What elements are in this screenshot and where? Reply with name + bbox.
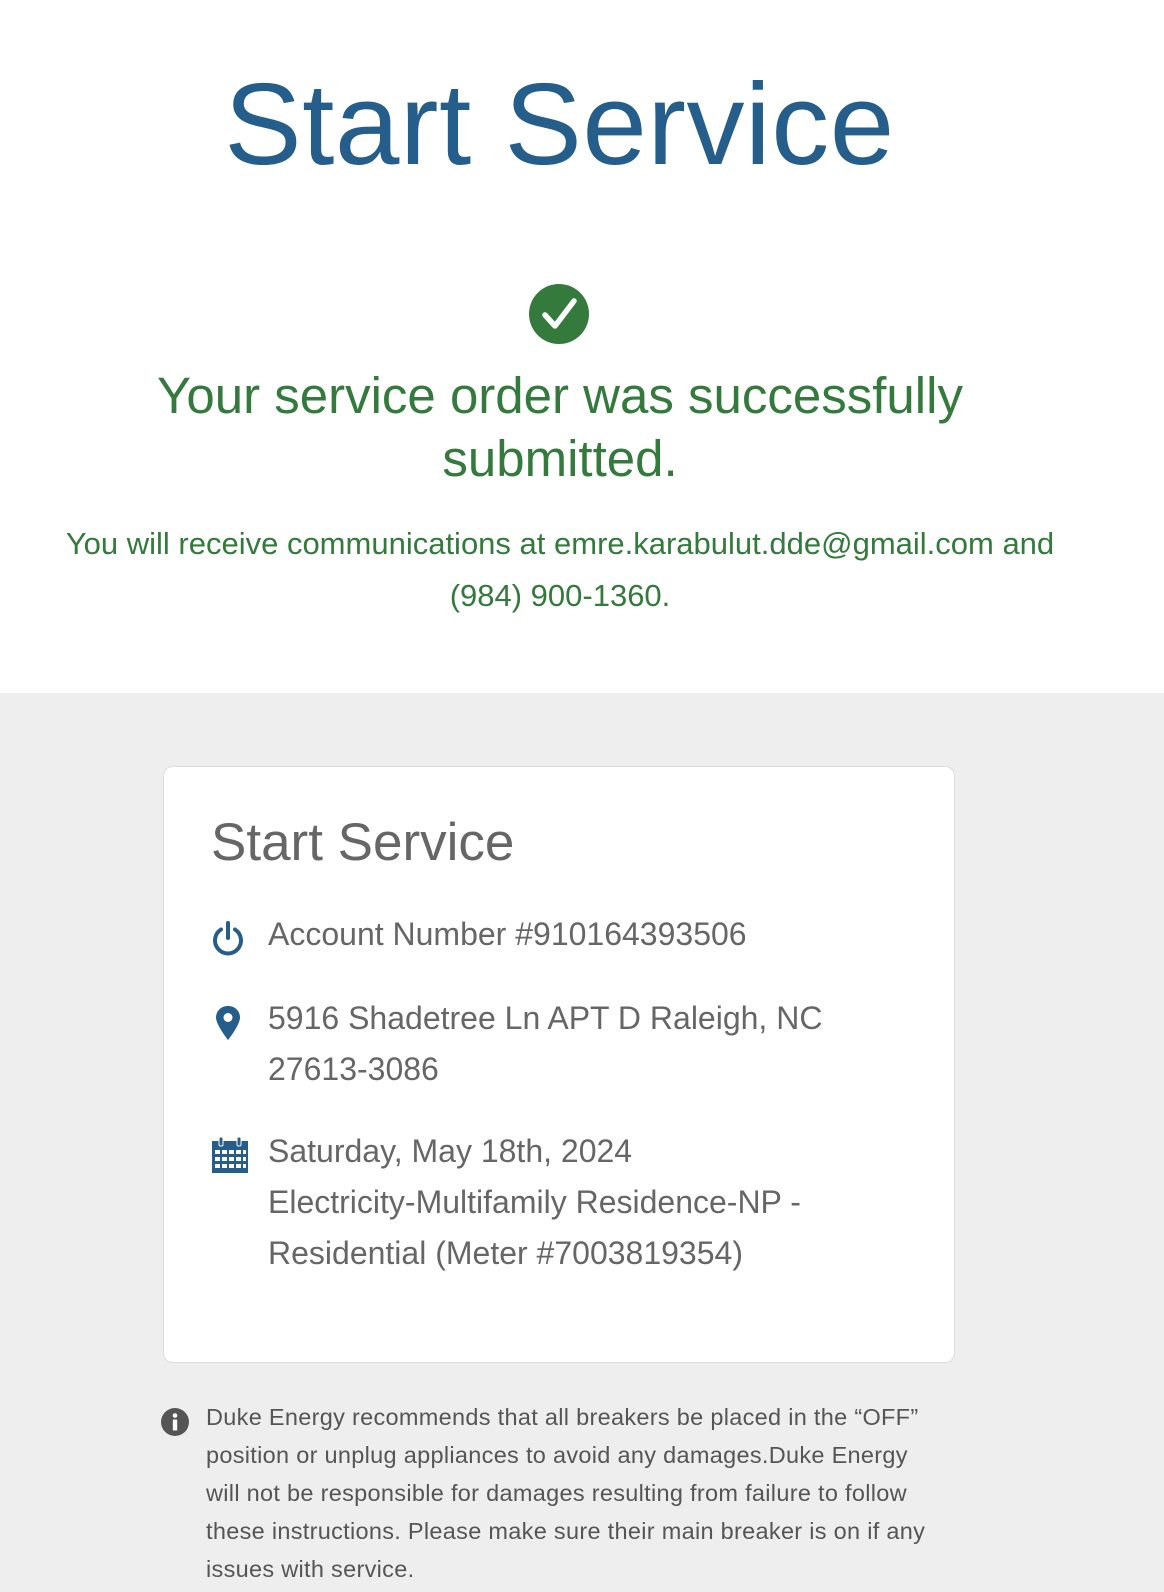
account-number: Account Number #910164393506 — [268, 916, 747, 952]
service-plan-description: Electricity-Multifamily Residence-NP - R… — [268, 1184, 801, 1271]
confirmation-section: Start Service Your service order was suc… — [0, 0, 1164, 693]
calendar-icon — [212, 1136, 248, 1173]
power-icon — [213, 921, 243, 956]
service-summary-card: Start Service Account Number #9101643935… — [163, 766, 955, 1363]
info-icon — [161, 1408, 189, 1436]
service-schedule: Saturday, May 18th, 2024 Electricity-Mul… — [268, 1126, 888, 1279]
details-section: Start Service Account Number #9101643935… — [0, 693, 1164, 1592]
service-start-date: Saturday, May 18th, 2024 — [268, 1133, 633, 1169]
card-title: Start Service — [211, 813, 515, 872]
check-circle-icon — [529, 284, 589, 344]
service-address: 5916 Shadetree Ln APT D Raleigh, NC 2761… — [268, 1000, 823, 1087]
notice-text: Duke Energy recommends that all breakers… — [206, 1404, 926, 1582]
page-title: Start Service — [224, 59, 895, 189]
location-pin-icon — [216, 1006, 240, 1040]
communications-message: You will receive communications at emre.… — [65, 526, 1055, 613]
success-heading: Your service order was successfully subm… — [157, 367, 963, 487]
